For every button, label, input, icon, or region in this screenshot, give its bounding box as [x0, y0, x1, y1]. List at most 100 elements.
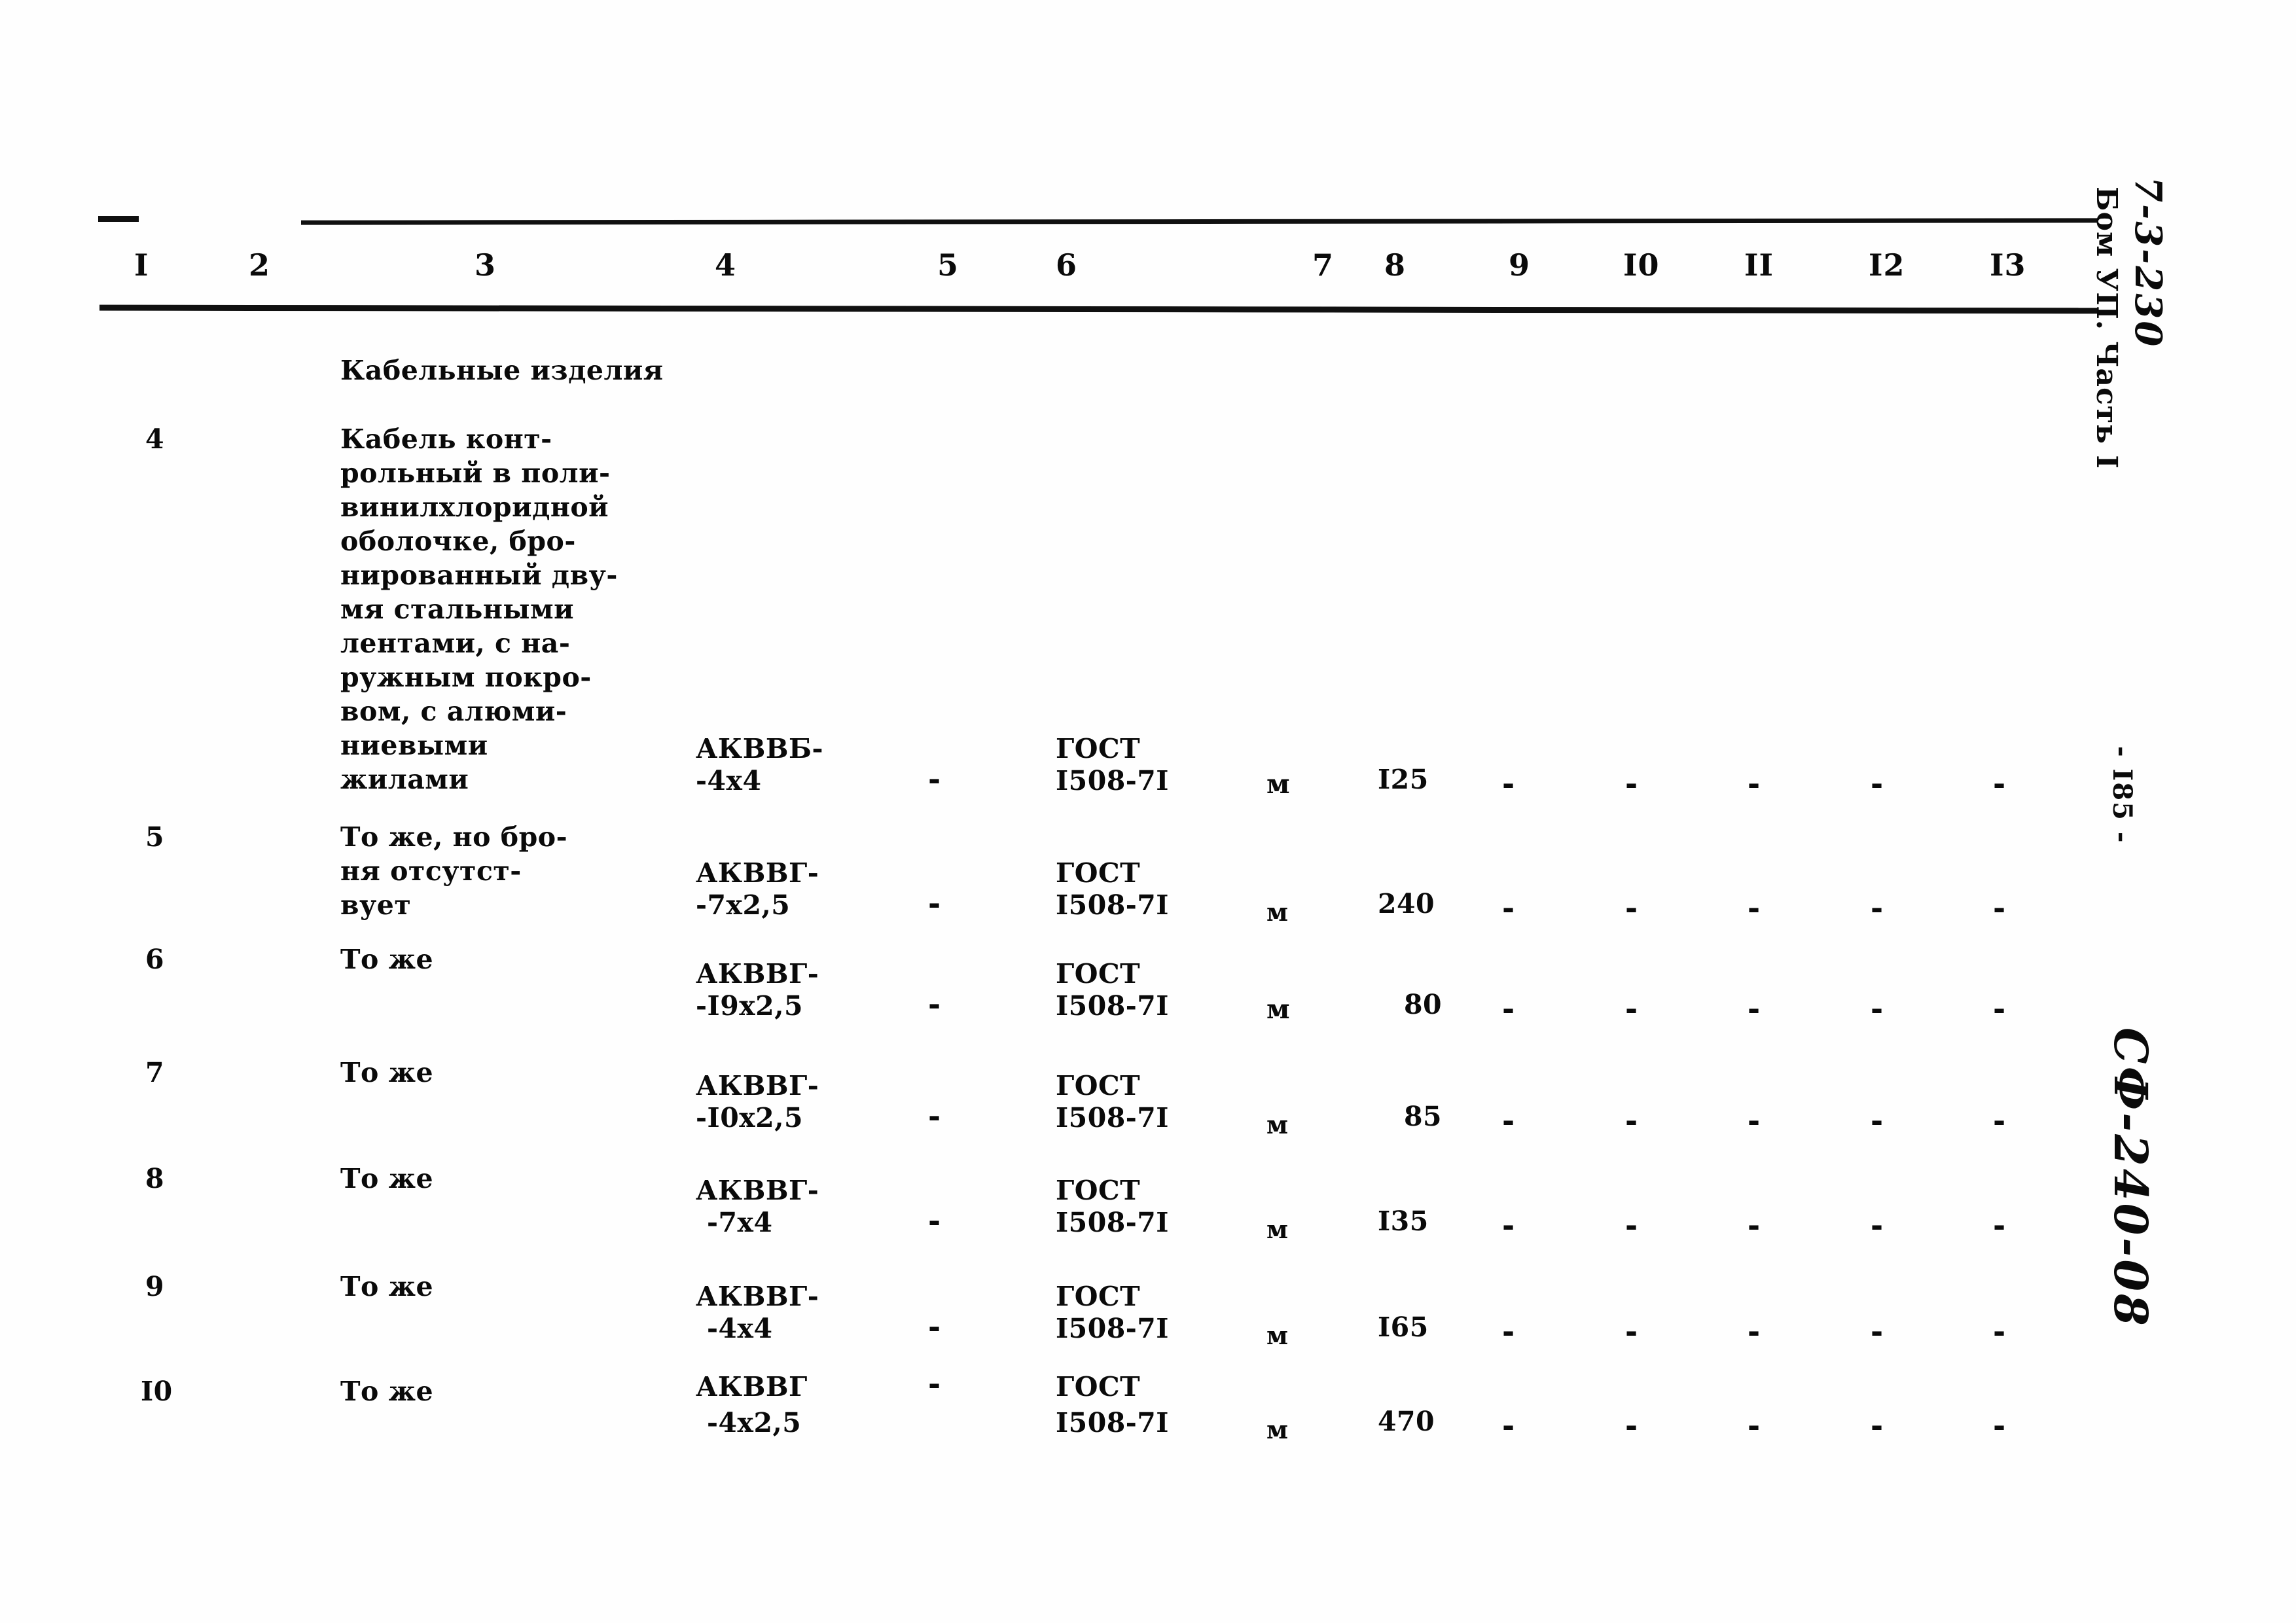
unit-value: м — [1266, 1110, 1289, 1139]
tail-dash: - — [1871, 766, 1884, 802]
cable-type-line-1: АКВВГ- — [696, 1281, 819, 1312]
col5-dash: - — [928, 1366, 941, 1402]
row-name-line: винилхлоридной — [340, 491, 609, 523]
row-name-line: ниевыми — [340, 730, 488, 761]
column-header-12: I2 — [1869, 247, 1905, 283]
table-top-rule — [300, 218, 2098, 225]
tail-dash: - — [1993, 991, 2006, 1027]
tail-dash: - — [1748, 1408, 1761, 1444]
cable-type-line-2: -7х4 — [707, 1207, 773, 1238]
row-name-line: То же — [340, 1057, 434, 1088]
tail-dash: - — [1993, 1208, 2006, 1243]
quantity-value: I65 — [1378, 1311, 1429, 1343]
cable-type-line-1: АКВВГ- — [696, 1175, 819, 1206]
column-header-11: II — [1744, 247, 1774, 283]
row-name-line: То же — [340, 1271, 434, 1302]
tail-dash: - — [1625, 891, 1638, 926]
cable-type-line-2: -4х4 — [707, 1313, 773, 1344]
page-number-marker: - I85 - — [2107, 746, 2138, 844]
tail-dash: - — [1871, 1408, 1884, 1444]
column-header-1: I — [134, 247, 149, 283]
row-name-line: оболочке, бро- — [340, 526, 576, 557]
col5-dash: - — [928, 987, 941, 1022]
margin-volume-part-label: Бом УП. Часть I — [2090, 187, 2123, 469]
tail-dash: - — [1748, 891, 1761, 926]
row-name-line: нированный дву- — [340, 560, 618, 591]
cable-type-line-2: -7х2,5 — [696, 889, 791, 921]
section-title: Кабельные изделия — [340, 355, 664, 386]
tail-dash: - — [1502, 766, 1515, 802]
tail-dash: - — [1993, 1103, 2006, 1139]
column-header-13: I3 — [1990, 247, 2026, 283]
tail-dash: - — [1748, 766, 1761, 802]
tail-dash: - — [1625, 1314, 1638, 1349]
tail-dash: - — [1625, 1408, 1638, 1444]
cable-type-line-2: -I9х2,5 — [696, 990, 803, 1022]
tail-dash: - — [1502, 1408, 1515, 1444]
gost-line-2: I508-7I — [1056, 1313, 1169, 1344]
unit-value: м — [1266, 768, 1291, 800]
tail-dash: - — [1625, 766, 1638, 802]
tail-dash: - — [1748, 1314, 1761, 1349]
gost-line-1: ГОСТ — [1056, 1070, 1141, 1101]
gost-line-1: ГОСТ — [1056, 1281, 1141, 1312]
row-number: I0 — [141, 1376, 173, 1407]
gost-line-2: I508-7I — [1056, 990, 1169, 1022]
tail-dash: - — [1625, 1208, 1638, 1243]
quantity-value: 85 — [1404, 1101, 1443, 1132]
cable-type-line-1: АКВВГ- — [696, 857, 819, 889]
tail-dash: - — [1993, 1408, 2006, 1444]
row-number: 8 — [145, 1163, 165, 1194]
tail-dash: - — [1502, 1103, 1515, 1139]
tail-dash: - — [1871, 1208, 1884, 1243]
cable-type-line-2: -4х4 — [696, 765, 762, 796]
column-header-8: 8 — [1384, 247, 1407, 283]
gost-line-1: ГОСТ — [1056, 958, 1141, 990]
margin-handwritten-code: СФ-240-08 — [2104, 1027, 2158, 1329]
cable-type-line-1: АКВВГ- — [696, 958, 819, 990]
tail-dash: - — [1871, 891, 1884, 926]
tail-dash: - — [1871, 1103, 1884, 1139]
cable-type-line-1: АКВВГ — [696, 1371, 808, 1402]
quantity-value: I35 — [1378, 1205, 1429, 1237]
col5-dash: - — [928, 1204, 941, 1239]
row-name-line: ня отсутст- — [340, 855, 522, 887]
row-name-line: То же — [340, 1163, 434, 1194]
unit-value: м — [1266, 1215, 1289, 1244]
column-header-4: 4 — [715, 247, 737, 283]
row-number: 7 — [145, 1057, 165, 1088]
row-number: 5 — [145, 821, 165, 853]
gost-line-2: I508-7I — [1056, 1407, 1169, 1438]
tail-dash: - — [1748, 991, 1761, 1027]
gost-line-1: ГОСТ — [1056, 733, 1141, 764]
column-header-10: I0 — [1623, 247, 1660, 283]
quantity-value: 470 — [1378, 1406, 1435, 1437]
tail-dash: - — [1993, 891, 2006, 926]
gost-line-1: ГОСТ — [1056, 1371, 1141, 1402]
column-header-6: 6 — [1056, 247, 1078, 283]
unit-value: м — [1266, 1321, 1289, 1350]
col5-dash: - — [928, 886, 941, 921]
row-name-line: мя стальными — [340, 594, 574, 625]
gost-line-1: ГОСТ — [1056, 1175, 1141, 1206]
column-header-2: 2 — [249, 247, 271, 283]
cable-type-line-2: -I0х2,5 — [696, 1102, 803, 1133]
tail-dash: - — [1993, 1314, 2006, 1349]
row-number: 4 — [145, 423, 165, 455]
row-name-line: ружным покро- — [340, 662, 592, 693]
gost-line-2: I508-7I — [1056, 1102, 1169, 1133]
col5-dash: - — [928, 762, 941, 797]
margin-handwritten-reference: 7-3-230 — [2126, 177, 2170, 349]
row-name-line: лентами, с на- — [340, 628, 571, 659]
cable-type-line-1: АКВВГ- — [696, 1070, 819, 1101]
unit-value: м — [1266, 1415, 1289, 1444]
tail-dash: - — [1502, 1208, 1515, 1243]
row-name-line: То же — [340, 1376, 434, 1407]
row-name-line: рольный в поли- — [340, 457, 611, 489]
gost-line-2: I508-7I — [1056, 1207, 1169, 1238]
cable-type-line-2: -4х2,5 — [707, 1407, 802, 1438]
tail-dash: - — [1502, 1314, 1515, 1349]
table-header-bottom-rule — [99, 304, 2098, 314]
column-header-5: 5 — [937, 247, 960, 283]
gost-line-2: I508-7I — [1056, 765, 1169, 796]
